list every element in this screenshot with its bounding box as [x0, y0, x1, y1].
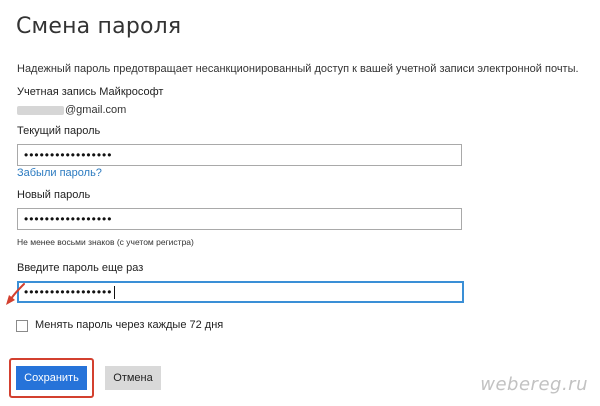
new-password-label: Новый пароль [17, 189, 91, 201]
confirm-password-label: Введите пароль еще раз [17, 262, 144, 274]
change-password-checkbox[interactable] [16, 320, 28, 332]
change-password-checkbox-label[interactable]: Менять пароль через каждые 72 дня [35, 319, 223, 331]
email-username-redacted [17, 105, 64, 115]
forgot-password-link[interactable]: Забыли пароль? [17, 167, 102, 179]
save-button[interactable]: Сохранить [16, 366, 87, 390]
cancel-button[interactable]: Отмена [105, 366, 161, 390]
page-title: Смена пароля [16, 14, 182, 39]
intro-text: Надежный пароль предотвращает несанкцион… [17, 63, 579, 75]
text-caret [114, 286, 116, 300]
new-password-field[interactable]: ••••••••••••••••• [17, 208, 462, 230]
current-password-field[interactable]: ••••••••••••••••• [17, 144, 462, 166]
account-label: Учетная запись Майкрософт [17, 86, 164, 98]
confirm-password-value: ••••••••••••••••• [24, 285, 113, 299]
email-domain: @gmail.com [65, 104, 127, 116]
current-password-label: Текущий пароль [17, 125, 101, 137]
account-email: @gmail.com [17, 104, 126, 116]
red-arrow-icon [3, 282, 25, 306]
watermark: webereg.ru [480, 374, 588, 395]
confirm-password-field[interactable]: ••••••••••••••••• [17, 281, 464, 303]
new-password-hint: Не менее восьми знаков (с учетом регистр… [17, 237, 194, 247]
